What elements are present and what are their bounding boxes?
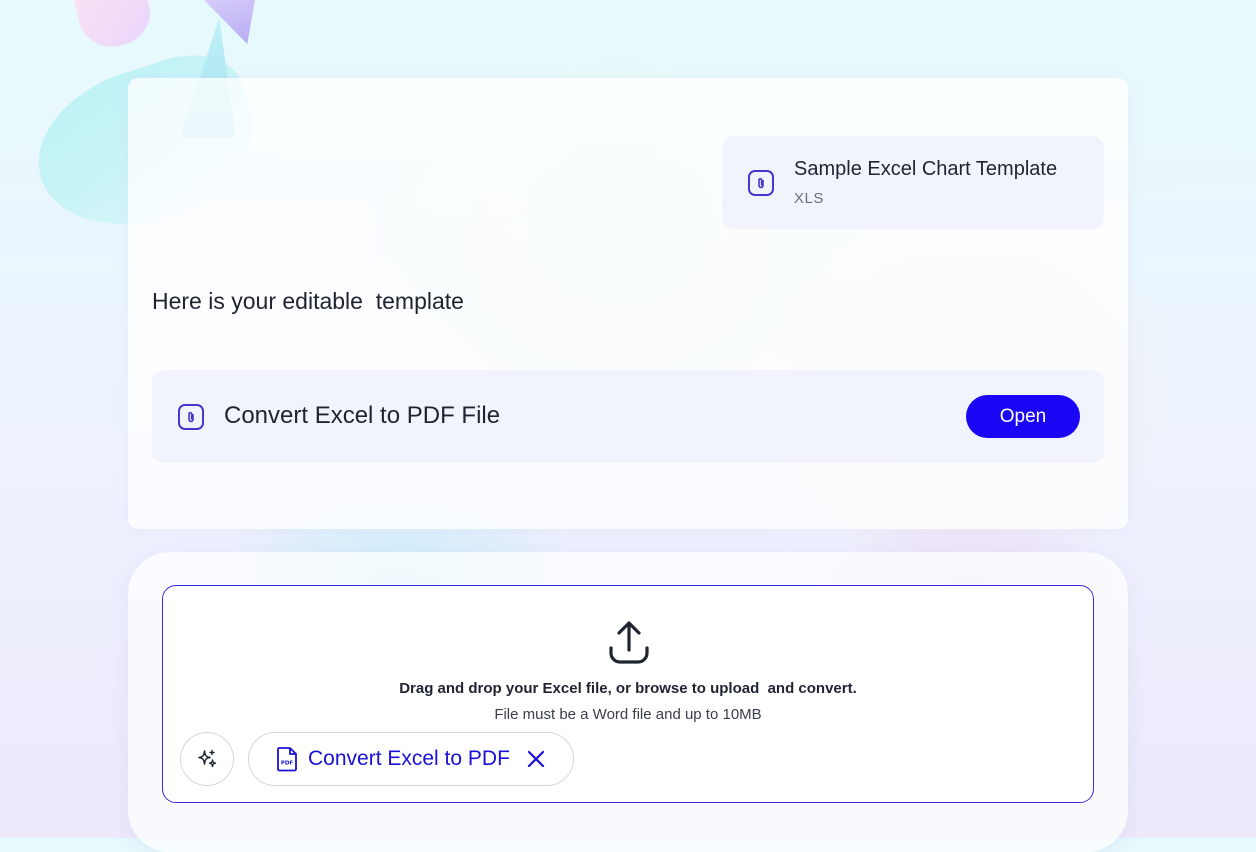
result-file-row: Convert Excel to PDF File Open xyxy=(152,370,1104,463)
attachment-title: Sample Excel Chart Template xyxy=(794,158,1058,180)
svg-text:PDF: PDF xyxy=(281,761,294,767)
attachment-type: XLS xyxy=(794,190,824,207)
upload-icon xyxy=(609,621,649,664)
decorative-shape xyxy=(198,0,256,44)
selected-tool-chip[interactable]: PDF Convert Excel to PDF xyxy=(248,732,574,786)
ai-sparkle-button[interactable] xyxy=(180,732,234,786)
decorative-shape xyxy=(71,0,157,54)
sparkle-icon xyxy=(198,749,217,768)
open-button[interactable]: Open xyxy=(966,395,1080,438)
pdf-file-icon: PDF xyxy=(277,747,297,772)
paperclip-icon xyxy=(178,404,204,430)
chip-label: Convert Excel to PDF xyxy=(308,747,510,770)
paperclip-icon xyxy=(748,170,774,196)
assistant-message: Here is your editable template xyxy=(152,288,464,314)
upload-dropzone[interactable]: Drag and drop your Excel file, or browse… xyxy=(162,585,1094,803)
result-file-title: Convert Excel to PDF File xyxy=(224,402,501,429)
close-icon[interactable] xyxy=(525,748,547,770)
upload-instruction: Drag and drop your Excel file, or browse… xyxy=(399,680,857,697)
upload-requirement: File must be a Word file and up to 10MB xyxy=(494,706,762,723)
attachment-card[interactable]: Sample Excel Chart Template XLS xyxy=(722,136,1104,229)
